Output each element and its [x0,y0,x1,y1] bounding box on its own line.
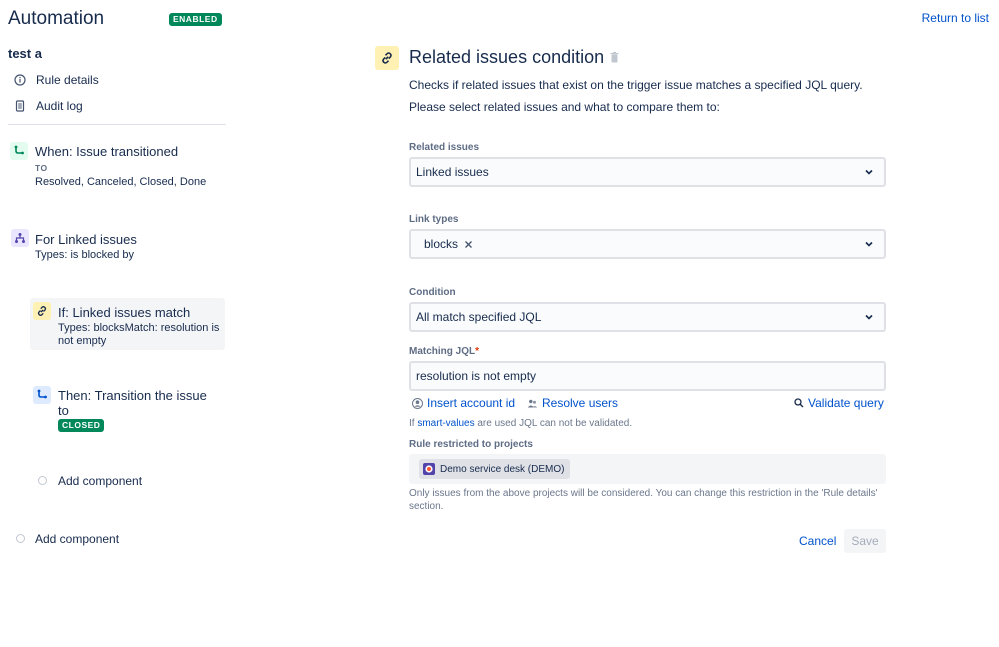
trigger-to-label: TO [35,163,48,173]
panel-title-row: Related issues condition [409,47,619,68]
sidebar-divider [8,124,226,125]
link-type-tag-label: blocks [424,237,459,251]
related-issues-value: Linked issues [416,165,489,179]
condition-icon-wrap [33,302,51,320]
condition-title[interactable]: If: Linked issues match [58,305,190,320]
projects-label: Rule restricted to projects [409,439,533,450]
panel-instruction: Please select related issues and what to… [409,100,720,114]
save-button[interactable]: Save [844,529,886,553]
trigger-title[interactable]: When: Issue transitioned [35,144,178,159]
branch-title[interactable]: For Linked issues [35,232,137,247]
project-chip: Demo service desk (DEMO) [419,459,571,479]
trash-icon[interactable] [610,52,619,63]
status-badge: ENABLED [169,13,222,26]
projects-box: Demo service desk (DEMO) [409,454,886,484]
remove-tag-icon[interactable] [464,240,473,249]
condition-label: Condition [409,287,456,298]
required-mark: * [475,346,480,357]
smart-hint-suffix: are used JQL can not be validated. [477,418,633,429]
smart-values-hint: If smart-values are used JQL can not be … [409,418,632,429]
related-issues-select[interactable]: Linked issues [409,157,886,187]
project-avatar-icon [423,463,435,475]
link-types-label: Link types [409,214,459,225]
chevron-down-icon [865,169,873,175]
branch-icon [11,229,29,247]
link-types-select[interactable]: blocks [409,229,886,259]
nav-rule-details[interactable]: Rule details [14,73,99,87]
condition-select[interactable]: All match specified JQL [409,302,886,332]
action-title[interactable]: Then: Transition the issue to [58,388,208,418]
matching-jql-value: resolution is not empty [416,369,537,383]
return-to-list-link[interactable]: Return to list [922,11,989,25]
action-component[interactable] [33,386,51,404]
validate-query-link[interactable]: Validate query [794,396,884,410]
matching-jql-label-text: Matching JQL [409,346,476,357]
smart-values-link[interactable]: smart-values [417,418,474,429]
condition-header-icon [375,46,399,70]
cancel-button[interactable]: Cancel [790,529,845,553]
app-title: Automation [8,8,105,29]
nav-label: Audit log [36,99,83,113]
condition-subtitle: Types: blocksMatch: resolution is not em… [58,322,220,347]
resolve-users-label: Resolve users [542,396,619,410]
matching-jql-label: Matching JQL* [409,346,479,357]
document-icon [15,100,25,112]
user-icon [412,397,423,409]
transition-icon [10,142,28,160]
project-chip-label: Demo service desk (DEMO) [440,463,565,475]
chevron-down-icon [865,241,873,247]
search-icon [794,398,804,408]
nav-label: Rule details [36,73,99,87]
add-component-outer-button[interactable]: Add component [35,532,119,546]
link-icon [382,52,392,64]
validate-query-label: Validate query [808,396,884,410]
condition-value: All match specified JQL [416,310,542,324]
link-type-tag: blocks [416,237,481,251]
insert-account-id-link[interactable]: Insert account id [412,396,515,410]
matching-jql-input[interactable]: resolution is not empty [409,361,886,391]
users-icon [527,399,538,407]
info-icon [14,74,26,86]
nav-audit-log[interactable]: Audit log [14,99,83,113]
panel-description: Checks if related issues that exist on t… [409,78,863,92]
branch-component[interactable] [11,229,29,247]
rule-name: test a [8,46,42,61]
trigger-statuses: Resolved, Canceled, Closed, Done [35,176,207,188]
chevron-down-icon [865,314,873,320]
related-issues-label: Related issues [409,142,480,153]
projects-hint: Only issues from the above projects will… [409,488,878,512]
branch-subtitle: Types: is blocked by [35,249,135,261]
add-component-dot-icon [16,534,25,543]
add-component-inner-button[interactable]: Add component [58,474,142,488]
insert-account-id-label: Insert account id [427,396,516,410]
resolve-users-link[interactable]: Resolve users [527,396,618,410]
smart-hint-prefix: If [409,418,415,429]
transition-icon [33,386,51,404]
trigger-component[interactable] [10,142,28,160]
link-icon [33,302,51,320]
panel-title: Related issues condition [409,47,605,67]
closed-badge: CLOSED [58,419,105,432]
add-component-dot-icon [38,476,47,485]
